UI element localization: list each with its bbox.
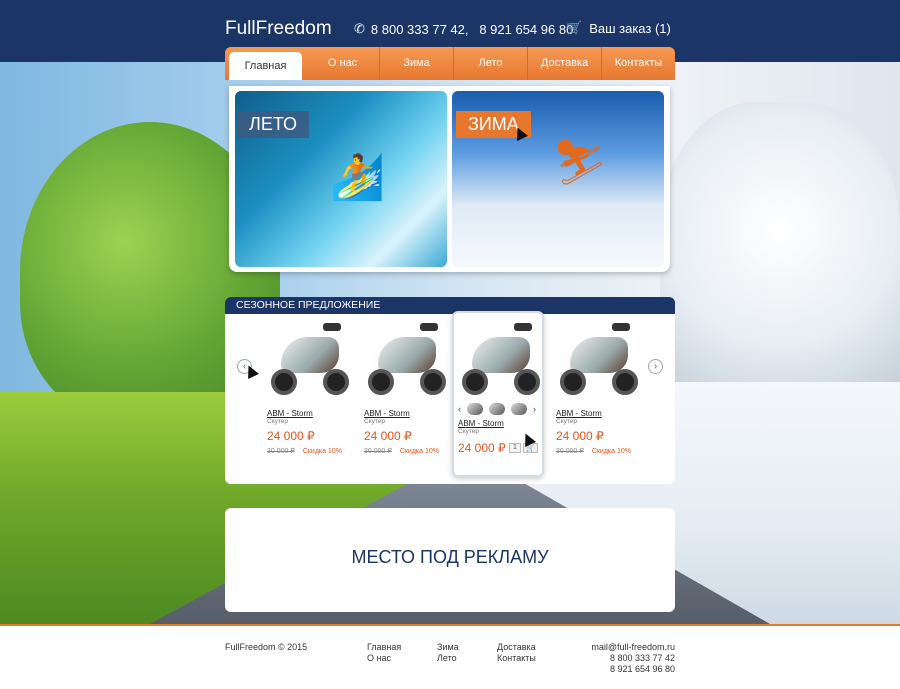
product-name[interactable]: ABM - Storm	[556, 409, 648, 418]
thumbnail[interactable]	[489, 403, 505, 415]
footer-links-col1: Главная О нас	[367, 642, 401, 664]
discount: Скидка 10%	[302, 448, 342, 455]
thumbnail[interactable]	[467, 403, 483, 415]
tab-summer[interactable]: Лето	[454, 47, 528, 80]
scooter-image	[364, 319, 450, 399]
snowy-trees	[660, 102, 900, 422]
skier-image: ⛷	[552, 138, 608, 187]
thumb-prev-icon[interactable]: ‹	[458, 404, 461, 414]
product-type: Скутер	[267, 418, 288, 425]
season-banner: ЛЕТО 🏄 ЗИМА ⛷	[229, 86, 670, 272]
footer-link-delivery[interactable]: Доставка	[497, 642, 536, 653]
offers-title: СЕЗОННОЕ ПРЕДЛОЖЕНИЕ	[225, 297, 675, 314]
tab-delivery[interactable]: Доставка	[528, 47, 602, 80]
order-link[interactable]: 🛒 Ваш заказ (1)	[566, 20, 671, 36]
footer-email[interactable]: mail@full-freedom.ru	[591, 642, 675, 653]
old-price-row: 30 000 ₽ Скидка 10%	[364, 447, 456, 455]
footer-links-col3: Доставка Контакты	[497, 642, 536, 664]
footer-phone: 8 800 333 77 42	[609, 653, 675, 663]
footer-link-summer[interactable]: Лето	[437, 653, 459, 664]
order-text: Ваш заказ (1)	[589, 20, 671, 36]
scooter-image	[458, 319, 544, 399]
product-price: 24 000 ₽	[267, 429, 315, 443]
tab-winter[interactable]: Зима	[380, 47, 454, 80]
product-price: 24 000 ₽	[458, 441, 506, 455]
footer-links-col2: Зима Лето	[437, 642, 459, 664]
scooter-image	[556, 319, 642, 399]
old-price: 30 000 ₽	[556, 448, 584, 455]
footer: FullFreedom © 2015 Главная О нас Зима Ле…	[0, 624, 900, 689]
product-card[interactable]: ABM - Storm Скутер 24 000 ₽ 30 000 ₽ Скид…	[267, 319, 359, 455]
old-price: 30 000 ₽	[267, 448, 295, 455]
next-arrow-icon[interactable]: ›	[648, 359, 663, 374]
footer-link-winter[interactable]: Зима	[437, 642, 459, 653]
surfer-image: 🏄	[330, 153, 385, 202]
ad-placeholder: МЕСТО ПОД РЕКЛАМУ	[225, 508, 675, 612]
footer-link-contacts[interactable]: Контакты	[497, 653, 536, 664]
summer-label: ЛЕТО	[237, 111, 310, 138]
thumb-next-icon[interactable]: ›	[533, 404, 536, 414]
copyright: FullFreedom © 2015	[225, 642, 308, 652]
discount: Скидка 10%	[591, 448, 631, 455]
quantity-field[interactable]: 1	[509, 443, 521, 453]
footer-link-about[interactable]: О нас	[367, 653, 401, 664]
tab-about[interactable]: О нас	[306, 47, 380, 80]
footer-contacts: mail@full-freedom.ru 8 800 333 77 42 8 9…	[591, 642, 675, 675]
site-logo[interactable]: FullFreedom	[225, 18, 332, 40]
summer-panel[interactable]: ЛЕТО 🏄	[235, 91, 447, 267]
old-price-row: 30 000 ₽ Скидка 10%	[556, 447, 648, 455]
product-name[interactable]: ABM - Storm	[364, 409, 456, 418]
product-name[interactable]: ABM - Storm	[267, 409, 359, 418]
product-type: Скутер	[556, 418, 577, 425]
thumbnail[interactable]	[511, 403, 527, 415]
main-navigation: Главная О нас Зима Лето Доставка Контакт…	[225, 47, 675, 80]
cart-icon: 🛒	[566, 20, 583, 35]
product-card[interactable]: ABM - Storm Скутер 24 000 ₽ 30 000 ₽ Скид…	[556, 319, 648, 455]
seasonal-offers: СЕЗОННОЕ ПРЕДЛОЖЕНИЕ ‹ › ABM - Storm Ску…	[225, 297, 675, 484]
phone-icon: ✆	[354, 21, 365, 36]
thumbnail-strip: ‹ ›	[458, 403, 538, 415]
product-card-highlighted[interactable]: ‹ › ABM - Storm Скутер 24 000 ₽ 1 🛒	[452, 311, 544, 477]
scooter-image	[267, 319, 353, 399]
product-price: 24 000 ₽	[364, 429, 412, 443]
cart-icon: 🛒	[526, 445, 535, 452]
winter-panel[interactable]: ЗИМА ⛷	[452, 91, 664, 267]
footer-phone: 8 921 654 96 80	[609, 664, 675, 674]
tab-home[interactable]: Главная	[229, 52, 302, 80]
phones-text: 8 800 333 77 42, 8 921 654 96 80	[370, 21, 574, 37]
old-price-row: 30 000 ₽ Скидка 10%	[267, 447, 359, 455]
product-type: Скутер	[364, 418, 385, 425]
product-name[interactable]: ABM - Storm	[458, 419, 538, 428]
discount: Скидка 10%	[399, 448, 439, 455]
footer-link-home[interactable]: Главная	[367, 642, 401, 653]
old-price: 30 000 ₽	[364, 448, 392, 455]
product-card[interactable]: ABM - Storm Скутер 24 000 ₽ 30 000 ₽ Скид…	[364, 319, 456, 455]
tab-contacts[interactable]: Контакты	[602, 47, 675, 80]
product-price: 24 000 ₽	[556, 429, 604, 443]
phone-numbers: ✆ 8 800 333 77 42, 8 921 654 96 80	[354, 21, 573, 37]
